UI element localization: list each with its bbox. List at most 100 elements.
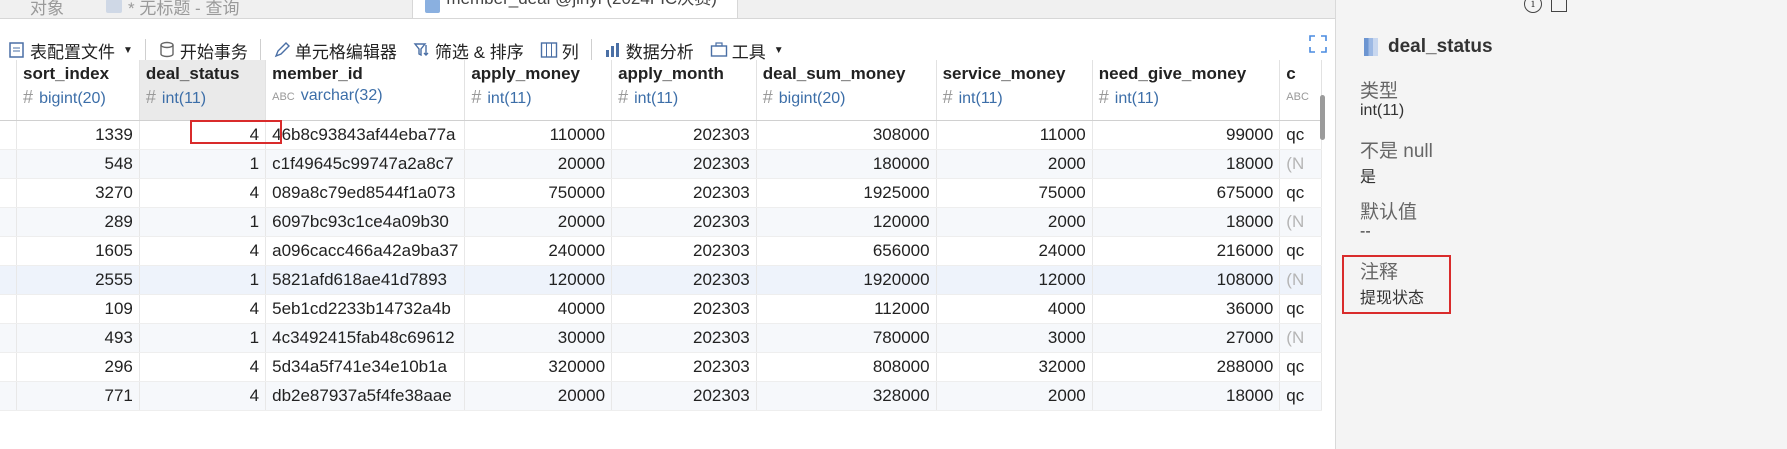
grid-cell[interactable]: (N bbox=[1279, 323, 1322, 353]
grid-cell[interactable]: qc bbox=[1279, 294, 1322, 324]
row-gutter[interactable] bbox=[0, 178, 18, 208]
grid-cell[interactable]: 3000 bbox=[936, 323, 1093, 353]
grid-cell[interactable]: qc bbox=[1279, 352, 1322, 382]
grid-cell[interactable]: 46b8c93843af44eba77a bbox=[265, 120, 466, 150]
grid-cell[interactable]: 11000 bbox=[936, 120, 1093, 150]
grid-cell[interactable]: 202303 bbox=[611, 381, 757, 411]
table-row[interactable]: 3270 4 089a8c79ed8544f1a073 750000 202303 192… bbox=[0, 178, 1322, 208]
grid-cell[interactable]: 20000 bbox=[464, 381, 613, 411]
grid-cell[interactable]: 6097bc93c1ce4a09b30 bbox=[265, 207, 466, 237]
table-row[interactable]: 2555 1 5821afd618ae41d7893 120000 202303 1920… bbox=[0, 265, 1322, 295]
grid-cell[interactable]: 75000 bbox=[936, 178, 1093, 208]
grid-cell[interactable]: 2555 bbox=[16, 265, 140, 295]
grid-cell[interactable]: 109 bbox=[16, 294, 140, 324]
table-row[interactable]: 1605 4 a096cacc466a42a9ba37 240000 202303 656… bbox=[0, 236, 1322, 266]
grid-cell[interactable]: 40000 bbox=[464, 294, 613, 324]
grid-cell[interactable]: 32000 bbox=[936, 352, 1093, 382]
row-gutter[interactable] bbox=[0, 120, 18, 150]
tab-objects[interactable]: 对象 bbox=[18, 0, 76, 18]
table-row[interactable]: 771 4 db2e87937a5f4fe38aae 20000 202303 32800… bbox=[0, 381, 1322, 411]
grid-cell[interactable]: 296 bbox=[16, 352, 140, 382]
grid-cell[interactable]: 202303 bbox=[611, 120, 757, 150]
column-header[interactable]: deal_sum_money # bigint(20) bbox=[756, 60, 937, 121]
grid-cell[interactable]: 202303 bbox=[611, 352, 757, 382]
grid-cell[interactable]: 1339 bbox=[16, 120, 140, 150]
grid-cell[interactable]: 4 bbox=[139, 178, 267, 208]
grid-cell[interactable]: 112000 bbox=[756, 294, 937, 324]
grid-cell[interactable]: 2000 bbox=[936, 381, 1093, 411]
grid-cell[interactable]: db2e87937a5f4fe38aae bbox=[265, 381, 466, 411]
grid-cell[interactable]: 1 bbox=[139, 207, 267, 237]
grid-cell[interactable]: 108000 bbox=[1092, 265, 1281, 295]
grid-cell[interactable]: 320000 bbox=[464, 352, 613, 382]
grid-cell[interactable]: 1605 bbox=[16, 236, 140, 266]
grid-cell[interactable]: 27000 bbox=[1092, 323, 1281, 353]
grid-cell[interactable]: 20000 bbox=[464, 149, 613, 179]
grid-cell[interactable]: 1 bbox=[139, 323, 267, 353]
grid-cell[interactable]: qc bbox=[1279, 236, 1322, 266]
grid-cell[interactable]: 120000 bbox=[756, 207, 937, 237]
grid-cell[interactable]: 2000 bbox=[936, 149, 1093, 179]
grid-cell[interactable]: 12000 bbox=[936, 265, 1093, 295]
grid-cell[interactable]: 4 bbox=[139, 236, 267, 266]
table-row[interactable]: 548 1 c1f49645c99747a2a8c7 20000 202303 18000… bbox=[0, 149, 1322, 179]
row-gutter[interactable] bbox=[0, 236, 18, 266]
grid-cell[interactable]: (N bbox=[1279, 207, 1322, 237]
column-header[interactable]: need_give_money # int(11) bbox=[1092, 60, 1281, 121]
table-row[interactable]: 289 1 6097bc93c1ce4a09b30 20000 202303 120000… bbox=[0, 207, 1322, 237]
grid-cell[interactable]: 5d34a5f741e34e10b1a bbox=[265, 352, 466, 382]
grid-cell[interactable]: qc bbox=[1279, 381, 1322, 411]
grid-cell[interactable]: 4 bbox=[139, 294, 267, 324]
grid-cell[interactable]: 18000 bbox=[1092, 207, 1281, 237]
grid-cell[interactable]: 4c3492415fab48c69612 bbox=[265, 323, 466, 353]
column-header[interactable]: apply_money # int(11) bbox=[464, 60, 613, 121]
info-icon[interactable]: i bbox=[1524, 0, 1542, 13]
grid-cell[interactable]: 493 bbox=[16, 323, 140, 353]
grid-cell[interactable]: 1 bbox=[139, 265, 267, 295]
row-gutter[interactable] bbox=[0, 381, 18, 411]
grid-cell[interactable]: 656000 bbox=[756, 236, 937, 266]
grid-cell[interactable]: 216000 bbox=[1092, 236, 1281, 266]
grid-cell[interactable]: 18000 bbox=[1092, 381, 1281, 411]
grid-cell[interactable]: 202303 bbox=[611, 149, 757, 179]
grid-cell[interactable]: 328000 bbox=[756, 381, 937, 411]
grid-cell[interactable]: 4000 bbox=[936, 294, 1093, 324]
row-gutter[interactable] bbox=[0, 294, 18, 324]
grid-cell[interactable]: 3270 bbox=[16, 178, 140, 208]
grid-cell[interactable]: 5eb1cd2233b14732a4b bbox=[265, 294, 466, 324]
table-row[interactable]: 109 4 5eb1cd2233b14732a4b 40000 202303 112000… bbox=[0, 294, 1322, 324]
grid-cell[interactable]: 202303 bbox=[611, 236, 757, 266]
grid-cell[interactable]: 1 bbox=[139, 149, 267, 179]
grid-cell[interactable]: 180000 bbox=[756, 149, 937, 179]
row-gutter[interactable] bbox=[0, 207, 18, 237]
grid-cell[interactable]: 20000 bbox=[464, 207, 613, 237]
grid-cell[interactable]: 808000 bbox=[756, 352, 937, 382]
grid-cell[interactable]: 548 bbox=[16, 149, 140, 179]
grid-cell[interactable]: 24000 bbox=[936, 236, 1093, 266]
row-gutter[interactable] bbox=[0, 265, 18, 295]
grid-cell[interactable]: qc bbox=[1279, 178, 1322, 208]
grid-cell[interactable]: 308000 bbox=[756, 120, 937, 150]
grid-cell[interactable]: 30000 bbox=[464, 323, 613, 353]
column-header[interactable]: sort_index # bigint(20) bbox=[16, 60, 140, 121]
table-row[interactable]: 493 1 4c3492415fab48c69612 30000 202303 78000… bbox=[0, 323, 1322, 353]
grid-cell[interactable]: 36000 bbox=[1092, 294, 1281, 324]
grid-cell[interactable]: a096cacc466a42a9ba37 bbox=[265, 236, 466, 266]
grid-cell[interactable]: 771 bbox=[16, 381, 140, 411]
grid-cell[interactable]: 120000 bbox=[464, 265, 613, 295]
grid-cell[interactable]: 1925000 bbox=[756, 178, 937, 208]
column-header[interactable]: c ABC bbox=[1279, 60, 1322, 121]
column-header[interactable]: service_money # int(11) bbox=[936, 60, 1093, 121]
grid-cell[interactable]: (N bbox=[1279, 265, 1322, 295]
vertical-scrollbar[interactable] bbox=[1320, 95, 1325, 140]
row-gutter[interactable] bbox=[0, 323, 18, 353]
grid-cell[interactable]: 110000 bbox=[464, 120, 613, 150]
grid-cell[interactable]: 780000 bbox=[756, 323, 937, 353]
grid-cell[interactable]: 089a8c79ed8544f1a073 bbox=[265, 178, 466, 208]
grid-cell[interactable]: 202303 bbox=[611, 323, 757, 353]
grid-cell[interactable]: 750000 bbox=[464, 178, 613, 208]
grid-cell[interactable]: qc bbox=[1279, 120, 1322, 150]
grid-cell[interactable]: 5821afd618ae41d7893 bbox=[265, 265, 466, 295]
grid-cell[interactable]: c1f49645c99747a2a8c7 bbox=[265, 149, 466, 179]
grid-cell[interactable]: 240000 bbox=[464, 236, 613, 266]
